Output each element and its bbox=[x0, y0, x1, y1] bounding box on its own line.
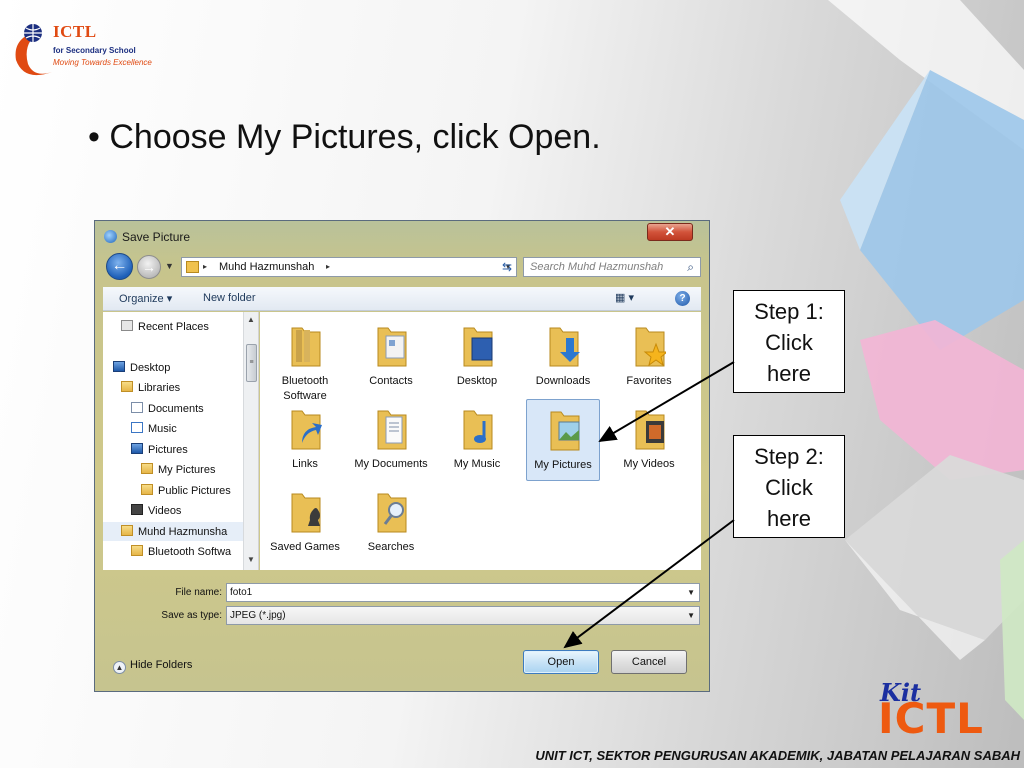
step2-arrow bbox=[563, 519, 735, 649]
callout-arrows bbox=[563, 361, 735, 649]
kit-ictl-logo: Kit ICTL bbox=[874, 678, 1004, 743]
ictl-logo-text: ICTL bbox=[878, 694, 984, 743]
footer-text: UNIT ICT, SEKTOR PENGURUSAN AKADEMIK, JA… bbox=[535, 748, 1020, 763]
step1-arrow bbox=[598, 361, 735, 443]
